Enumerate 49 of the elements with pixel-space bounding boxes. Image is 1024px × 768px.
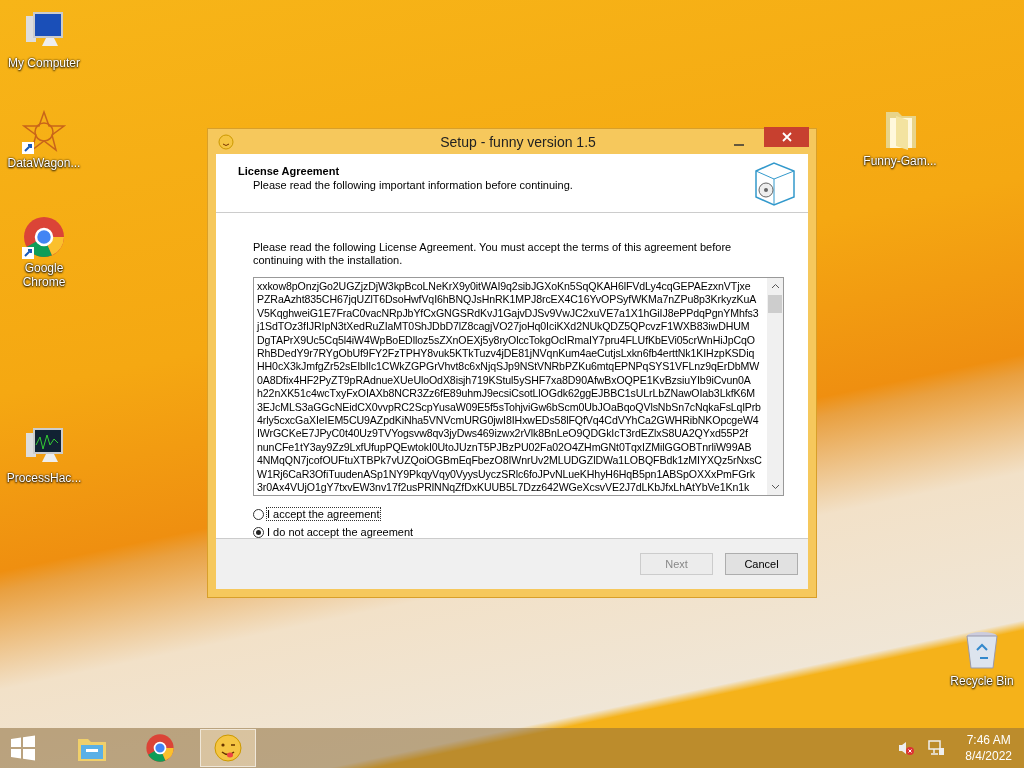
license-text-line: 0A8Dfix4HF2PyZT9pRAdnueXUeUloOdX8isjh719KStul5ySHF7xa8D90AfwBxOQPE1KvBzsiuYIb9iCvun0A xyxy=(257,373,752,388)
icon-label[interactable]: Recycle Bin xyxy=(940,674,1024,688)
radio-label[interactable]: I accept the agreement xyxy=(267,508,380,520)
page-heading: License Agreement xyxy=(238,165,341,177)
smiley-icon xyxy=(213,733,243,763)
cancel-button[interactable]: Cancel xyxy=(725,553,798,575)
icon-label[interactable]: Google Chrome xyxy=(2,261,86,289)
chrome-icon[interactable] xyxy=(22,215,66,259)
network-icon[interactable] xyxy=(927,739,946,757)
scrollbar[interactable] xyxy=(767,278,783,495)
intro-text: Please read the following License Agreement. You must accept the terms of this agreement before continuing with the installation. xyxy=(253,241,733,267)
license-text-line: V5KqghweiG1E7FraC0vacNRpJbYfCxGNGSRdKvJ1GajvDJSv9VwJC2xuVE7a1X1hGiIJ8ePPdqPgnYMhfs3 xyxy=(257,306,760,321)
scroll-thumb[interactable] xyxy=(768,295,782,313)
clock-date[interactable]: 8/4/2022 xyxy=(965,749,1012,763)
icon-label[interactable]: My Computer xyxy=(2,56,86,70)
license-text-line: 3r0Ax4VUjO1gY7txvEW3nv17f2usPRlNNqZfDxKUUB5L7Dzz642WGeXcsvVE2J7dLKbJfxLhAtYbVe1Kn1k xyxy=(257,481,751,495)
icon-label[interactable]: Funny-Gam... xyxy=(858,154,942,168)
star-pattern-icon[interactable] xyxy=(22,110,66,154)
license-text-line: nunCFe1tY3ay9Zz9LxfUfupPQEwtokI0UtoJUznT5PJBzPU02Fa02O4ZHmGNt0TqxIZMilGGOBTnrliW99AB xyxy=(257,440,753,455)
radio-button[interactable] xyxy=(253,526,264,538)
clock-time[interactable]: 7:46 AM xyxy=(966,733,1011,747)
close-button[interactable] xyxy=(764,126,809,147)
muted-speaker-icon[interactable] xyxy=(897,740,916,756)
page-subtitle: Please read the following important information before continuing. xyxy=(252,179,573,191)
license-text-line: HH0cX3kJmfgZr52sEIbIlc1CWkZGPGrVhvt8c6xNjqSJp9NStVNRbPZKu6mtqEPNPqSYS1VFLnz9qErDbMW xyxy=(257,360,761,374)
license-text-line: IWrGCKeE7JPyC0t40Uz9TVYogsvw8qv3jyDws469izwx2rVlk8BnLeO9QDGkIcT3rdEZlxS8UA2QYxd55P2f xyxy=(257,427,749,441)
windows-logo-icon[interactable] xyxy=(10,735,36,761)
icon-label[interactable]: ProcessHac... xyxy=(2,471,86,485)
license-text-line: 4rly5cxcGaXIeIEM5CU9AZpdKiNha5VNVcmURG0jwI8IHxwEDs58lFQfVq4CdVYhCa2GWHRibNKOpcgeW4 xyxy=(257,414,760,428)
license-text-line: 4NMqQN7jcofOUFtuXTBPk7vUZQoiOGBmEqFbezO8IWnrUv2MLUDGZlDWa1LOBQFBdk1zMIYXQz5rNxsC xyxy=(257,454,763,468)
scroll-down-icon[interactable] xyxy=(770,484,780,490)
icon-label[interactable]: DataWagon... xyxy=(2,156,86,170)
license-text-box[interactable] xyxy=(253,277,784,496)
smiley-icon xyxy=(218,133,234,150)
chrome-icon xyxy=(145,733,175,763)
close-icon xyxy=(781,131,792,142)
radio-label[interactable]: I do not accept the agreement xyxy=(267,526,414,538)
license-text-line: xxkow8pOnzjGo2UGZjzDjW3kpBcoLNeKrX9y0itWAI9q2sibJGXoKn5SqQKAH6lFVdLy4cqGEPAEzxnVTjxe xyxy=(257,280,752,294)
license-text-line: RhBDedY9r7RYgObUf9FY2FzTPHY8vuk5KTkTuzv4jDE81jNVqnKum4aeCutjsLxkn6fb4erttNk1KIHzpKSDiq xyxy=(257,347,756,361)
license-text-line: 3EJcMLS3aGGcNEidCX0vvpRC2ScpYusaW09E5f5sTohjviGw6bScm0UbJOaBqoQVlsNbSn7cNqkaFsLqlPrb xyxy=(257,400,762,415)
scroll-up-icon[interactable] xyxy=(770,283,780,289)
license-text-line: PZRaAzht835CH67jqUZlT6DsoHwfVqI6hBNQJsHnRK1MPJ8rcEX4C16YvOPSyfWKMa7nZPu8p3KrkyzKuA xyxy=(257,293,758,307)
window-title: Setup - funny version 1.5 xyxy=(439,133,597,150)
license-text-line: j1SdTOz3fIJRIpN3tXedRuZIaMT0ShJDbD7lZ8cagjVO27joHq0IciKXd2NUkQDZ5QPcvzF1WXB83iwDHUM xyxy=(257,320,751,334)
license-text-line: h22nXK51c4wcTxyFxOIAXb8NCR3Zz6fE89uhmJ9ecsiCsotLlOGdk62ggEJBBC1sULrLbZNawOIab3LkfK6M xyxy=(257,387,756,401)
license-text-line: W1Rj6CaR3OfiTuudenASp1NY9PkqyVqy0VyysUyczSRlc6foJPvNLueKHhyH6HqB5pn1ABSpOXXxPmFGrk xyxy=(257,467,756,482)
license-text-line: DgTAPrX9Uc5Cq5l4iW4WpBoEDlloz5sZXnOEXj5y8ryOlccTokgOcIRmaIY7pru4FLUfKbEVi05crWnHiJpCqO xyxy=(257,333,756,348)
radio-button[interactable] xyxy=(253,508,264,520)
active-taskbar-button[interactable] xyxy=(200,729,256,767)
